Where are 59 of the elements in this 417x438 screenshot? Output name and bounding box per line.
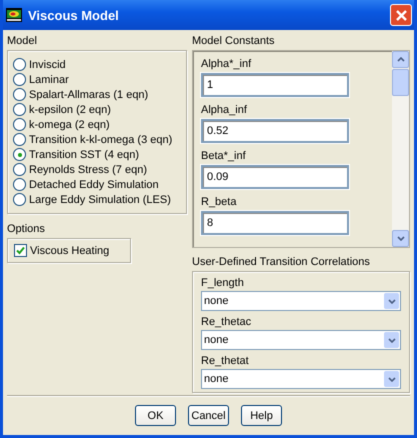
input-field[interactable]: 1 — [201, 73, 349, 97]
input-field[interactable]: 0.09 — [201, 165, 349, 189]
chevron-down-icon — [396, 236, 404, 241]
dialog-button[interactable]: Help — [241, 405, 282, 426]
close-icon — [394, 8, 408, 22]
field-label: Alpha_inf — [201, 103, 248, 117]
chevron-up-icon — [396, 57, 404, 62]
radio-label[interactable]: Detached Eddy Simulation — [29, 178, 159, 190]
radio-button[interactable] — [13, 133, 26, 146]
group-label: User-Defined Transition Correlations — [192, 255, 371, 269]
radio-label[interactable]: Reynolds Stress (7 eqn) — [29, 164, 147, 176]
close-button[interactable] — [390, 4, 412, 26]
radio-label[interactable]: Large Eddy Simulation (LES) — [29, 194, 171, 206]
radio-button[interactable] — [13, 148, 26, 161]
radio-button[interactable] — [13, 178, 26, 191]
radio-button[interactable] — [13, 58, 26, 71]
window-title: Viscous Model — [28, 8, 120, 22]
radio-button[interactable] — [13, 163, 26, 176]
chevron-down-icon — [388, 298, 396, 304]
radio-button[interactable] — [13, 73, 26, 86]
checkbox-label[interactable]: Viscous Heating — [30, 244, 110, 256]
dropdown-arrow-button[interactable] — [384, 293, 399, 309]
field-label: R_beta — [201, 195, 238, 209]
scroll-up-button[interactable] — [392, 51, 409, 68]
field-label: Re_thetac — [201, 315, 252, 329]
radio-button[interactable] — [13, 118, 26, 131]
input-field[interactable]: 0.52 — [201, 119, 349, 143]
radio-button[interactable] — [13, 103, 26, 116]
chevron-down-icon — [388, 338, 396, 342]
group-label: Options — [7, 222, 46, 236]
radio-button[interactable] — [13, 193, 26, 206]
dropdown[interactable]: none — [201, 369, 401, 389]
scrollbar[interactable] — [392, 50, 410, 248]
field-label: Alpha*_inf — [201, 57, 252, 71]
field-label: F_length — [201, 276, 245, 290]
checkbox[interactable] — [14, 244, 27, 257]
field-label: Beta*_inf — [201, 149, 247, 163]
radio-label[interactable]: Transition SST (4 eqn) — [29, 148, 140, 160]
dropdown[interactable]: none — [201, 330, 401, 350]
field-label: Re_thetat — [201, 354, 250, 368]
radio-label[interactable]: k-epsilon (2 eqn) — [29, 104, 111, 116]
group-label: Model Constants — [192, 34, 276, 48]
app-icon — [6, 8, 22, 22]
radio-button[interactable] — [13, 88, 26, 101]
dropdown-arrow-button[interactable] — [384, 332, 399, 348]
group-label: Model — [7, 34, 38, 48]
dialog-button[interactable]: OK — [135, 405, 176, 426]
radio-label[interactable]: k-omega (2 eqn) — [29, 118, 110, 130]
radio-label[interactable]: Transition k-kl-omega (3 eqn) — [29, 134, 172, 146]
dropdown-arrow-button[interactable] — [384, 371, 399, 387]
dropdown[interactable]: none — [201, 291, 401, 311]
radio-label[interactable]: Spalart-Allmaras (1 eqn) — [29, 88, 148, 100]
dialog-button[interactable]: Cancel — [188, 405, 229, 426]
scroll-down-button[interactable] — [392, 230, 409, 247]
chevron-down-icon — [388, 376, 396, 382]
input-field[interactable]: 8 — [201, 211, 349, 235]
scroll-thumb[interactable] — [392, 69, 409, 96]
radio-label[interactable]: Laminar — [29, 74, 69, 86]
radio-label[interactable]: Inviscid — [29, 58, 66, 70]
